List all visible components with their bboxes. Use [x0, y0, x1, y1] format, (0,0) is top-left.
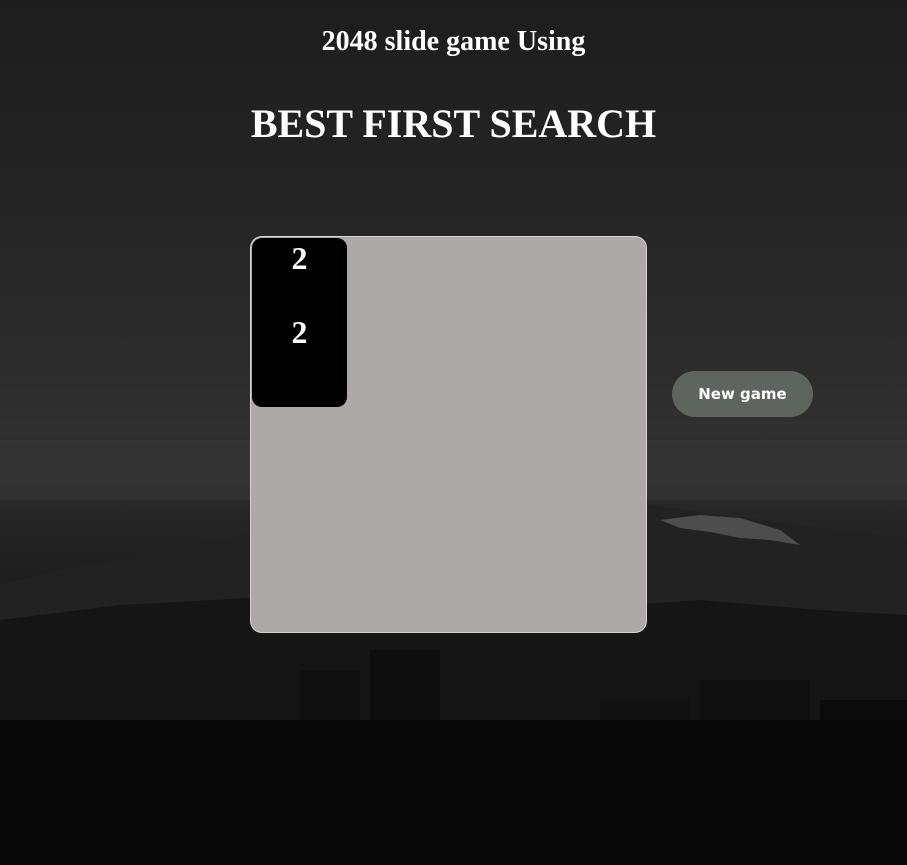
new-game-button[interactable]: New game [672, 371, 813, 417]
game-page: 2048 slide game Using BEST FIRST SEARCH … [0, 0, 907, 865]
page-title-line-2: BEST FIRST SEARCH [250, 101, 657, 146]
page-title-line-1: 2048 slide game Using [321, 26, 586, 57]
tile-r1-c0: 2 [252, 312, 347, 407]
game-board: 2 2 [250, 236, 647, 633]
